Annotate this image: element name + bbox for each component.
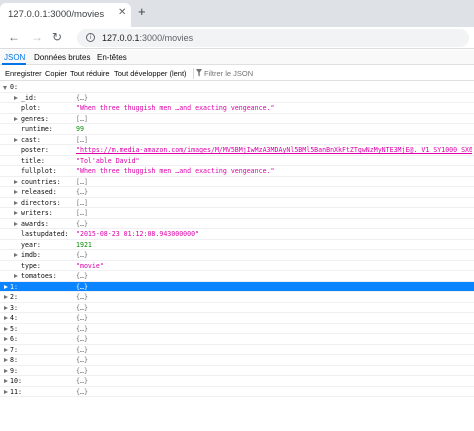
- browser-toolbar: ← → ↻ i 127.0.0.1:3000/movies: [0, 27, 474, 49]
- tab-title: 127.0.0.1:3000/movies: [8, 9, 105, 20]
- tree-row-field[interactable]: _id: {…}: [0, 93, 474, 103]
- tree-row-item[interactable]: 8: {…}: [0, 355, 474, 366]
- expand-toggle-icon[interactable]: [4, 337, 8, 341]
- expand-toggle-icon[interactable]: [4, 316, 8, 320]
- browser-tab[interactable]: 127.0.0.1:3000/movies ✕: [0, 3, 131, 27]
- tree-row-field[interactable]: plot: "When three thuggish men …and exact…: [0, 103, 474, 114]
- tree-row-item[interactable]: 3: {…}: [0, 303, 474, 313]
- tab-json[interactable]: JSON: [4, 53, 25, 62]
- site-info-icon[interactable]: i: [86, 33, 95, 42]
- tree-row-field[interactable]: fullplot: "When three thuggish men …and e…: [0, 166, 474, 177]
- expand-toggle-icon[interactable]: [14, 253, 18, 257]
- tree-row-item[interactable]: 6: {…}: [0, 334, 474, 345]
- expand-toggle-icon[interactable]: [14, 116, 18, 121]
- forward-arrow-icon[interactable]: →: [31, 30, 43, 44]
- tree-row-root[interactable]: 0:: [0, 82, 474, 93]
- url-path: :3000/movies: [139, 33, 194, 43]
- tree-row-field[interactable]: year: 1921: [0, 240, 474, 250]
- tree-row-item[interactable]: 7: {…}: [0, 345, 474, 355]
- tree-row-field[interactable]: cast: […]: [0, 135, 474, 145]
- active-tab-indicator: [2, 63, 26, 65]
- copy-button[interactable]: Copier: [45, 69, 67, 78]
- tree-row-item[interactable]: 5: {…}: [0, 324, 474, 334]
- expand-toggle-icon[interactable]: [14, 137, 18, 142]
- tree-row-field[interactable]: poster: "https://m.media-amazon.com/image…: [0, 145, 474, 156]
- back-arrow-icon[interactable]: ←: [8, 30, 20, 44]
- expand-toggle-icon[interactable]: [14, 274, 18, 278]
- tree-row-item[interactable]: 4: {…}: [0, 313, 474, 324]
- tree-row-field[interactable]: released: {…}: [0, 187, 474, 198]
- expand-toggle-icon[interactable]: [14, 221, 18, 226]
- expand-toggle-icon[interactable]: [4, 326, 8, 331]
- tree-row-item[interactable]: 10: {…}: [0, 376, 474, 387]
- json-toolbar: Enregistrer Copier Tout réduire Tout dév…: [0, 66, 474, 81]
- tree-row-field[interactable]: writers: […]: [0, 208, 474, 219]
- close-tab-icon[interactable]: ✕: [118, 7, 126, 18]
- expand-toggle-icon[interactable]: [4, 379, 8, 383]
- tree-row-item[interactable]: 1: {…}: [0, 281, 474, 292]
- filter-icon: [196, 69, 202, 77]
- expand-toggle-icon[interactable]: [14, 95, 18, 100]
- tree-row-field[interactable]: tomatoes: {…}: [0, 271, 474, 282]
- expand-toggle-icon[interactable]: [14, 179, 18, 184]
- tree-row-field[interactable]: lastupdated: "2015-08-23 01:12:08.9430000…: [0, 229, 474, 240]
- tab-raw-data[interactable]: Données brutes: [34, 53, 90, 62]
- url-text[interactable]: 127.0.0.1:3000/movies: [102, 33, 193, 43]
- tree-row-item[interactable]: 11: {…}: [0, 387, 474, 397]
- expand-toggle-open-icon[interactable]: [3, 86, 7, 90]
- tree-row-item[interactable]: 9: {…}: [0, 366, 474, 376]
- expand-toggle-icon[interactable]: [14, 200, 18, 205]
- address-bar[interactable]: i 127.0.0.1:3000/movies: [77, 29, 469, 47]
- row-divider: [0, 396, 474, 397]
- expand-all-button[interactable]: Tout développer (lent): [114, 69, 187, 78]
- tree-row-field[interactable]: title: "Tol'able David": [0, 156, 474, 166]
- expand-toggle-icon[interactable]: [4, 389, 8, 394]
- filter-json-input[interactable]: Filtrer le JSON: [204, 69, 253, 78]
- json-viewer-tabs: JSON Données brutes En-têtes: [0, 50, 474, 65]
- new-tab-button[interactable]: +: [138, 5, 146, 19]
- browser-tab-strip: 127.0.0.1:3000/movies ✕ +: [0, 0, 474, 27]
- expand-toggle-icon[interactable]: [4, 284, 8, 289]
- expand-toggle-icon[interactable]: [4, 368, 8, 373]
- expand-toggle-icon[interactable]: [4, 358, 8, 362]
- tree-row-field[interactable]: runtime: 99: [0, 124, 474, 135]
- tree-row-field[interactable]: imdb: {…}: [0, 250, 474, 261]
- url-host: 127.0.0.1: [102, 33, 140, 43]
- toolbar-divider: [193, 68, 194, 79]
- json-tree: 0: _id: {…} plot: "When three thuggish men ……: [0, 81, 474, 431]
- tree-row-field[interactable]: genres: […]: [0, 114, 474, 124]
- tree-row-field[interactable]: type: "movie": [0, 261, 474, 271]
- save-button[interactable]: Enregistrer: [5, 69, 42, 78]
- expand-toggle-icon[interactable]: [4, 305, 8, 310]
- tree-row-field[interactable]: countries: […]: [0, 177, 474, 187]
- expand-toggle-icon[interactable]: [4, 347, 8, 352]
- tree-row-field[interactable]: directors: […]: [0, 198, 474, 208]
- tree-row-item[interactable]: 2: {…}: [0, 292, 474, 303]
- tree-row-field[interactable]: awards: {…}: [0, 219, 474, 229]
- expand-toggle-icon[interactable]: [14, 190, 18, 194]
- expand-toggle-icon[interactable]: [14, 211, 18, 215]
- reload-icon[interactable]: ↻: [52, 30, 62, 44]
- collapse-all-button[interactable]: Tout réduire: [70, 69, 110, 78]
- tab-headers[interactable]: En-têtes: [97, 53, 127, 62]
- expand-toggle-icon[interactable]: [4, 295, 8, 299]
